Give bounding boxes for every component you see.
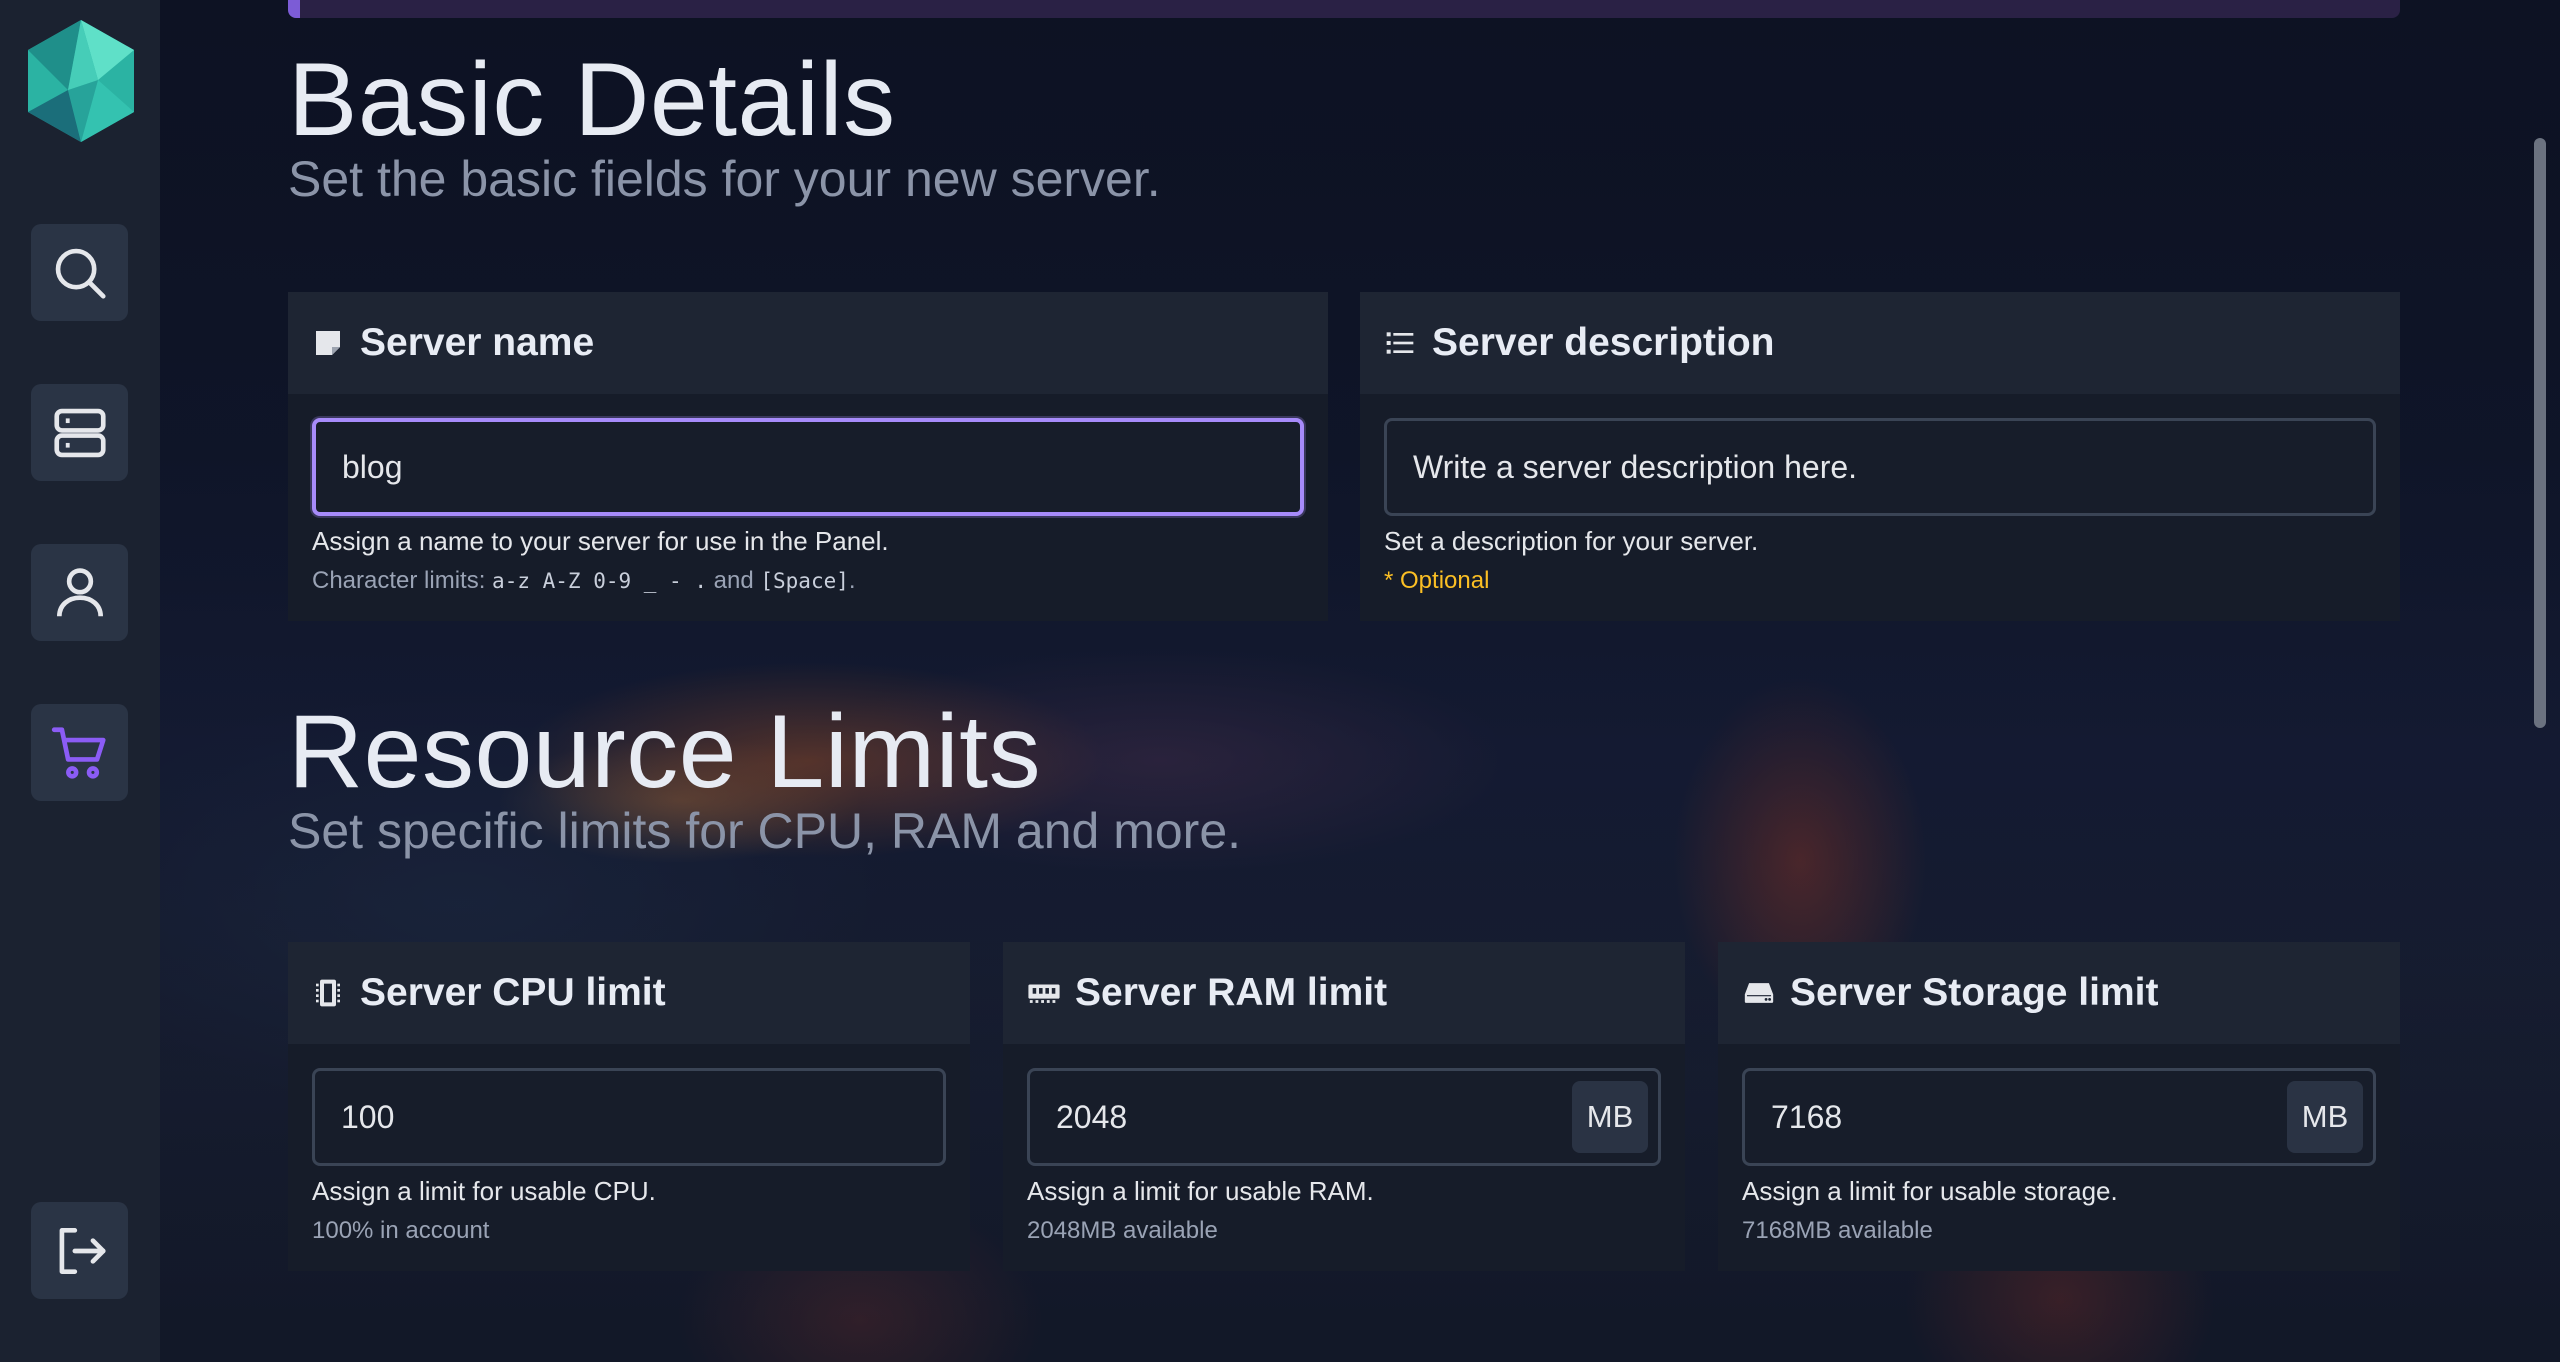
storage-limit-title: Server Storage limit xyxy=(1790,971,2159,1014)
storage-limit-header: Server Storage limit xyxy=(1718,942,2400,1044)
server-description-help: Set a description for your server. xyxy=(1384,526,1759,556)
sidebar-item-store[interactable] xyxy=(31,704,128,801)
main-content: Basic Details Set the basic fields for y… xyxy=(0,0,2560,1362)
cpu-limit-value: 100 xyxy=(341,1098,395,1135)
cpu-limit-title: Server CPU limit xyxy=(360,971,666,1014)
limits-prefix: Character limits: xyxy=(312,567,493,594)
storage-limit-value: 7168 xyxy=(1771,1098,1843,1135)
server-name-title: Server name xyxy=(360,321,595,364)
cpu-limit-card: Server CPU limit 100 Assign a limit for … xyxy=(288,942,970,1271)
ram-limit-header: Server RAM limit xyxy=(1003,942,1685,1044)
storage-available: 7168MB available xyxy=(1742,1217,1933,1244)
ram-limit-title: Server RAM limit xyxy=(1075,971,1388,1014)
server-description-input[interactable]: Write a server description here. xyxy=(1384,418,2376,516)
server-name-help: Assign a name to your server for use in … xyxy=(312,526,889,556)
server-name-input[interactable]: blog xyxy=(312,418,1304,516)
server-description-header: Server description xyxy=(1360,292,2400,394)
limits-end: . xyxy=(848,567,856,594)
search-icon xyxy=(55,248,106,299)
storage-unit-badge: MB xyxy=(2287,1081,2363,1153)
note-icon xyxy=(312,326,346,360)
panel-logo[interactable] xyxy=(28,20,134,142)
cpu-icon xyxy=(312,976,346,1010)
cpu-available: 100% in account xyxy=(312,1217,490,1244)
server-name-header: Server name xyxy=(288,292,1328,394)
server-name-limits: Character limits: a-z A-Z 0-9 _ - . and … xyxy=(312,567,1304,595)
cpu-limit-header: Server CPU limit xyxy=(288,942,970,1044)
memory-icon xyxy=(1027,976,1061,1010)
server-name-card: Server name blog Assign a name to your s… xyxy=(288,292,1328,621)
cpu-limit-help: Assign a limit for usable CPU. xyxy=(312,1176,656,1206)
basic-details-title: Basic Details xyxy=(288,42,896,158)
basic-details-subtitle: Set the basic fields for your new server… xyxy=(288,151,1161,207)
server-name-value: blog xyxy=(342,448,403,485)
ram-limit-help: Assign a limit for usable RAM. xyxy=(1027,1176,1374,1206)
server-description-title: Server description xyxy=(1432,321,1775,364)
cpu-limit-input[interactable]: 100 xyxy=(312,1068,946,1166)
logout-icon xyxy=(59,1227,106,1274)
ram-limit-value: 2048 xyxy=(1056,1098,1128,1135)
storage-limit-card: Server Storage limit 7168 MB Assign a li… xyxy=(1718,942,2400,1271)
ram-available: 2048MB available xyxy=(1027,1217,1218,1244)
servers-icon xyxy=(53,408,106,457)
top-banner xyxy=(288,0,2400,18)
list-icon xyxy=(1384,326,1418,360)
server-description-placeholder: Write a server description here. xyxy=(1413,448,1858,485)
sidebar-item-search[interactable] xyxy=(31,224,128,321)
sidebar xyxy=(0,0,160,1362)
cart-icon xyxy=(51,726,106,779)
resource-limits-title: Resource Limits xyxy=(288,694,1042,810)
user-icon xyxy=(56,567,103,616)
ram-limit-card: Server RAM limit 2048 MB Assign a limit … xyxy=(1003,942,1685,1271)
ram-limit-input[interactable]: 2048 MB xyxy=(1027,1068,1661,1166)
scrollbar[interactable] xyxy=(2534,138,2546,728)
sidebar-item-account[interactable] xyxy=(31,544,128,641)
storage-limit-input[interactable]: 7168 MB xyxy=(1742,1068,2376,1166)
resource-limits-subtitle: Set specific limits for CPU, RAM and mor… xyxy=(288,803,1242,859)
sidebar-item-servers[interactable] xyxy=(31,384,128,481)
limits-and: and xyxy=(706,567,761,594)
storage-limit-help: Assign a limit for usable storage. xyxy=(1742,1176,2118,1206)
optional-badge: * Optional xyxy=(1384,567,1490,594)
server-description-card: Server description Write a server descri… xyxy=(1360,292,2400,621)
sidebar-item-logout[interactable] xyxy=(31,1202,128,1299)
limits-space: [Space] xyxy=(760,569,849,593)
ram-unit-badge: MB xyxy=(1572,1081,1648,1153)
hdd-icon xyxy=(1742,976,1776,1010)
limits-chars: a-z A-Z 0-9 _ - . xyxy=(492,569,707,593)
